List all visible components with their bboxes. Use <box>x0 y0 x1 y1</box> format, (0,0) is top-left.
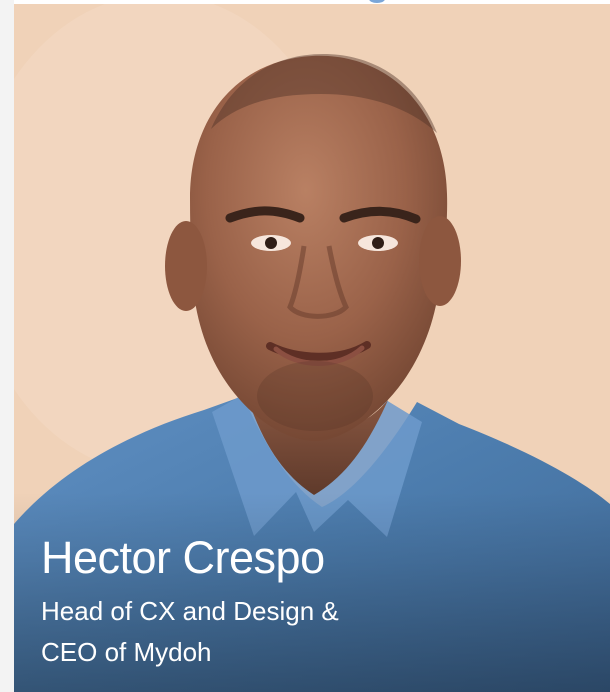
profile-title-line-1: Head of CX and Design & <box>41 596 339 626</box>
profile-name: Hector Crespo <box>41 532 325 583</box>
left-gutter <box>0 0 14 692</box>
carousel-indicator <box>369 0 385 3</box>
profile-title-line-2: CEO of Mydoh <box>41 637 212 667</box>
profile-card: Hector Crespo Head of CX and Design & CE… <box>14 4 610 692</box>
profile-page: Hector Crespo Head of CX and Design & CE… <box>0 0 610 692</box>
